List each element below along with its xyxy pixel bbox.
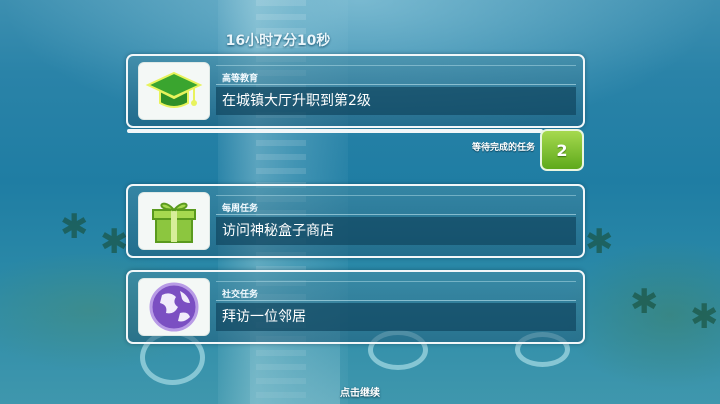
quest-task: 拜访一位邻居: [216, 303, 576, 331]
palm-tree-icon: ✱: [585, 222, 614, 262]
quest-card-weekly[interactable]: 每周任务 访问神秘盒子商店: [126, 184, 585, 258]
quest-category: 每周任务: [222, 204, 259, 214]
quest-divider-bar: [127, 129, 543, 133]
quest-info: 每周任务 访问神秘盒子商店: [216, 193, 576, 247]
palm-tree-icon: ✱: [690, 297, 719, 337]
gift-box-icon: [138, 192, 210, 250]
globe-icon: [138, 278, 210, 336]
quest-info: 社交任务 拜访一位邻居: [216, 279, 576, 333]
quest-task: 访问神秘盒子商店: [216, 217, 576, 245]
quest-category: 社交任务: [222, 290, 259, 300]
pending-tasks-label: 等待完成的任务: [471, 143, 535, 153]
quest-category: 高等教育: [222, 74, 259, 84]
quest-card-education[interactable]: 高等教育 在城镇大厅升职到第2级: [126, 54, 585, 128]
graduation-cap-icon: [138, 62, 210, 120]
palm-tree-icon: ✱: [60, 207, 89, 247]
quest-card-social[interactable]: 社交任务 拜访一位邻居: [126, 270, 585, 344]
palm-tree-icon: ✱: [100, 222, 129, 262]
pending-tasks-count-badge[interactable]: 2: [540, 129, 584, 171]
quest-info: 高等教育 在城镇大厅升职到第2级: [216, 63, 576, 117]
quest-task: 在城镇大厅升职到第2级: [216, 87, 576, 115]
quest-timer: 16小时7分10秒: [225, 33, 331, 49]
palm-tree-icon: ✱: [630, 282, 659, 322]
tap-to-continue[interactable]: 点击继续: [300, 384, 420, 399]
